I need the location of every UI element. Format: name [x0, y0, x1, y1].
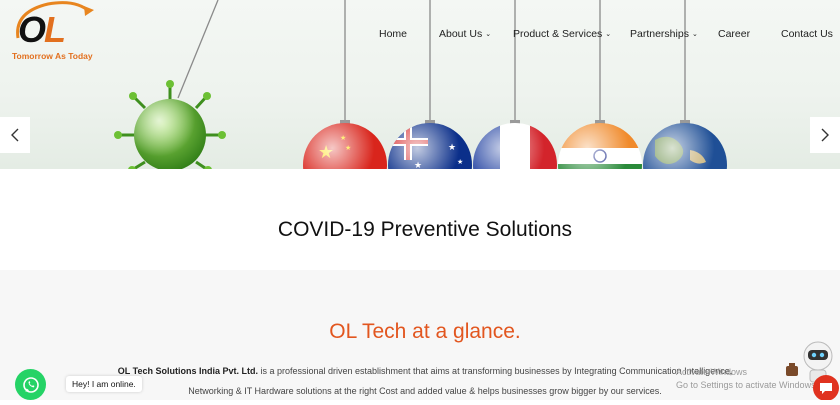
nav-product-services[interactable]: Product & Services ⌄: [513, 27, 611, 43]
chevron-left-icon: [11, 128, 19, 142]
nav-career[interactable]: Career: [718, 27, 750, 41]
hero-image: ★ ★ ★ ★ ★ ★: [114, 0, 727, 169]
brand-tagline: Tomorrow As Today: [12, 51, 93, 61]
slider-prev-button[interactable]: [0, 117, 30, 153]
slider-next-button[interactable]: [810, 117, 840, 153]
nav-label: Product & Services: [513, 28, 603, 40]
nav-about-us[interactable]: About Us ⌄: [439, 27, 491, 43]
whatsapp-status-bubble[interactable]: Hey! I am online.: [66, 376, 142, 392]
nav-label: Career: [718, 28, 751, 40]
nav-home[interactable]: Home: [379, 27, 407, 41]
chatbot-launcher[interactable]: [785, 336, 840, 401]
nav-label: Contact Us: [781, 28, 833, 40]
whatsapp-chat-button[interactable]: [15, 369, 46, 400]
nav-label: About Us: [439, 28, 483, 40]
logo-mark: O L: [16, 1, 94, 50]
nav-partnerships[interactable]: Partnerships ⌄: [630, 27, 698, 43]
nav-contact-us[interactable]: Contact Us: [781, 27, 833, 41]
chatbot-robot-icon: [786, 341, 839, 401]
nav-label: Home: [379, 28, 408, 40]
covid-section-title: COVID-19 Preventive Solutions: [277, 218, 573, 241]
company-name: OL Tech Solutions India Pvt. Ltd.: [117, 366, 258, 376]
whatsapp-icon: [22, 376, 39, 393]
chevron-down-icon: ⌄: [605, 31, 612, 38]
chevron-down-icon: ⌄: [691, 31, 698, 38]
about-text-rest: is a professional driven establishment t…: [257, 366, 733, 376]
hero-slider: ★ ★ ★ ★ ★ ★: [0, 0, 840, 169]
chevron-right-icon: [821, 128, 829, 142]
chevron-down-icon: ⌄: [485, 31, 492, 38]
glance-section-title: OL Tech at a glance.: [329, 320, 521, 343]
main-nav: Home About Us ⌄ Product & Services ⌄ Partn…: [0, 27, 840, 41]
nav-label: Partnerships: [630, 28, 689, 40]
